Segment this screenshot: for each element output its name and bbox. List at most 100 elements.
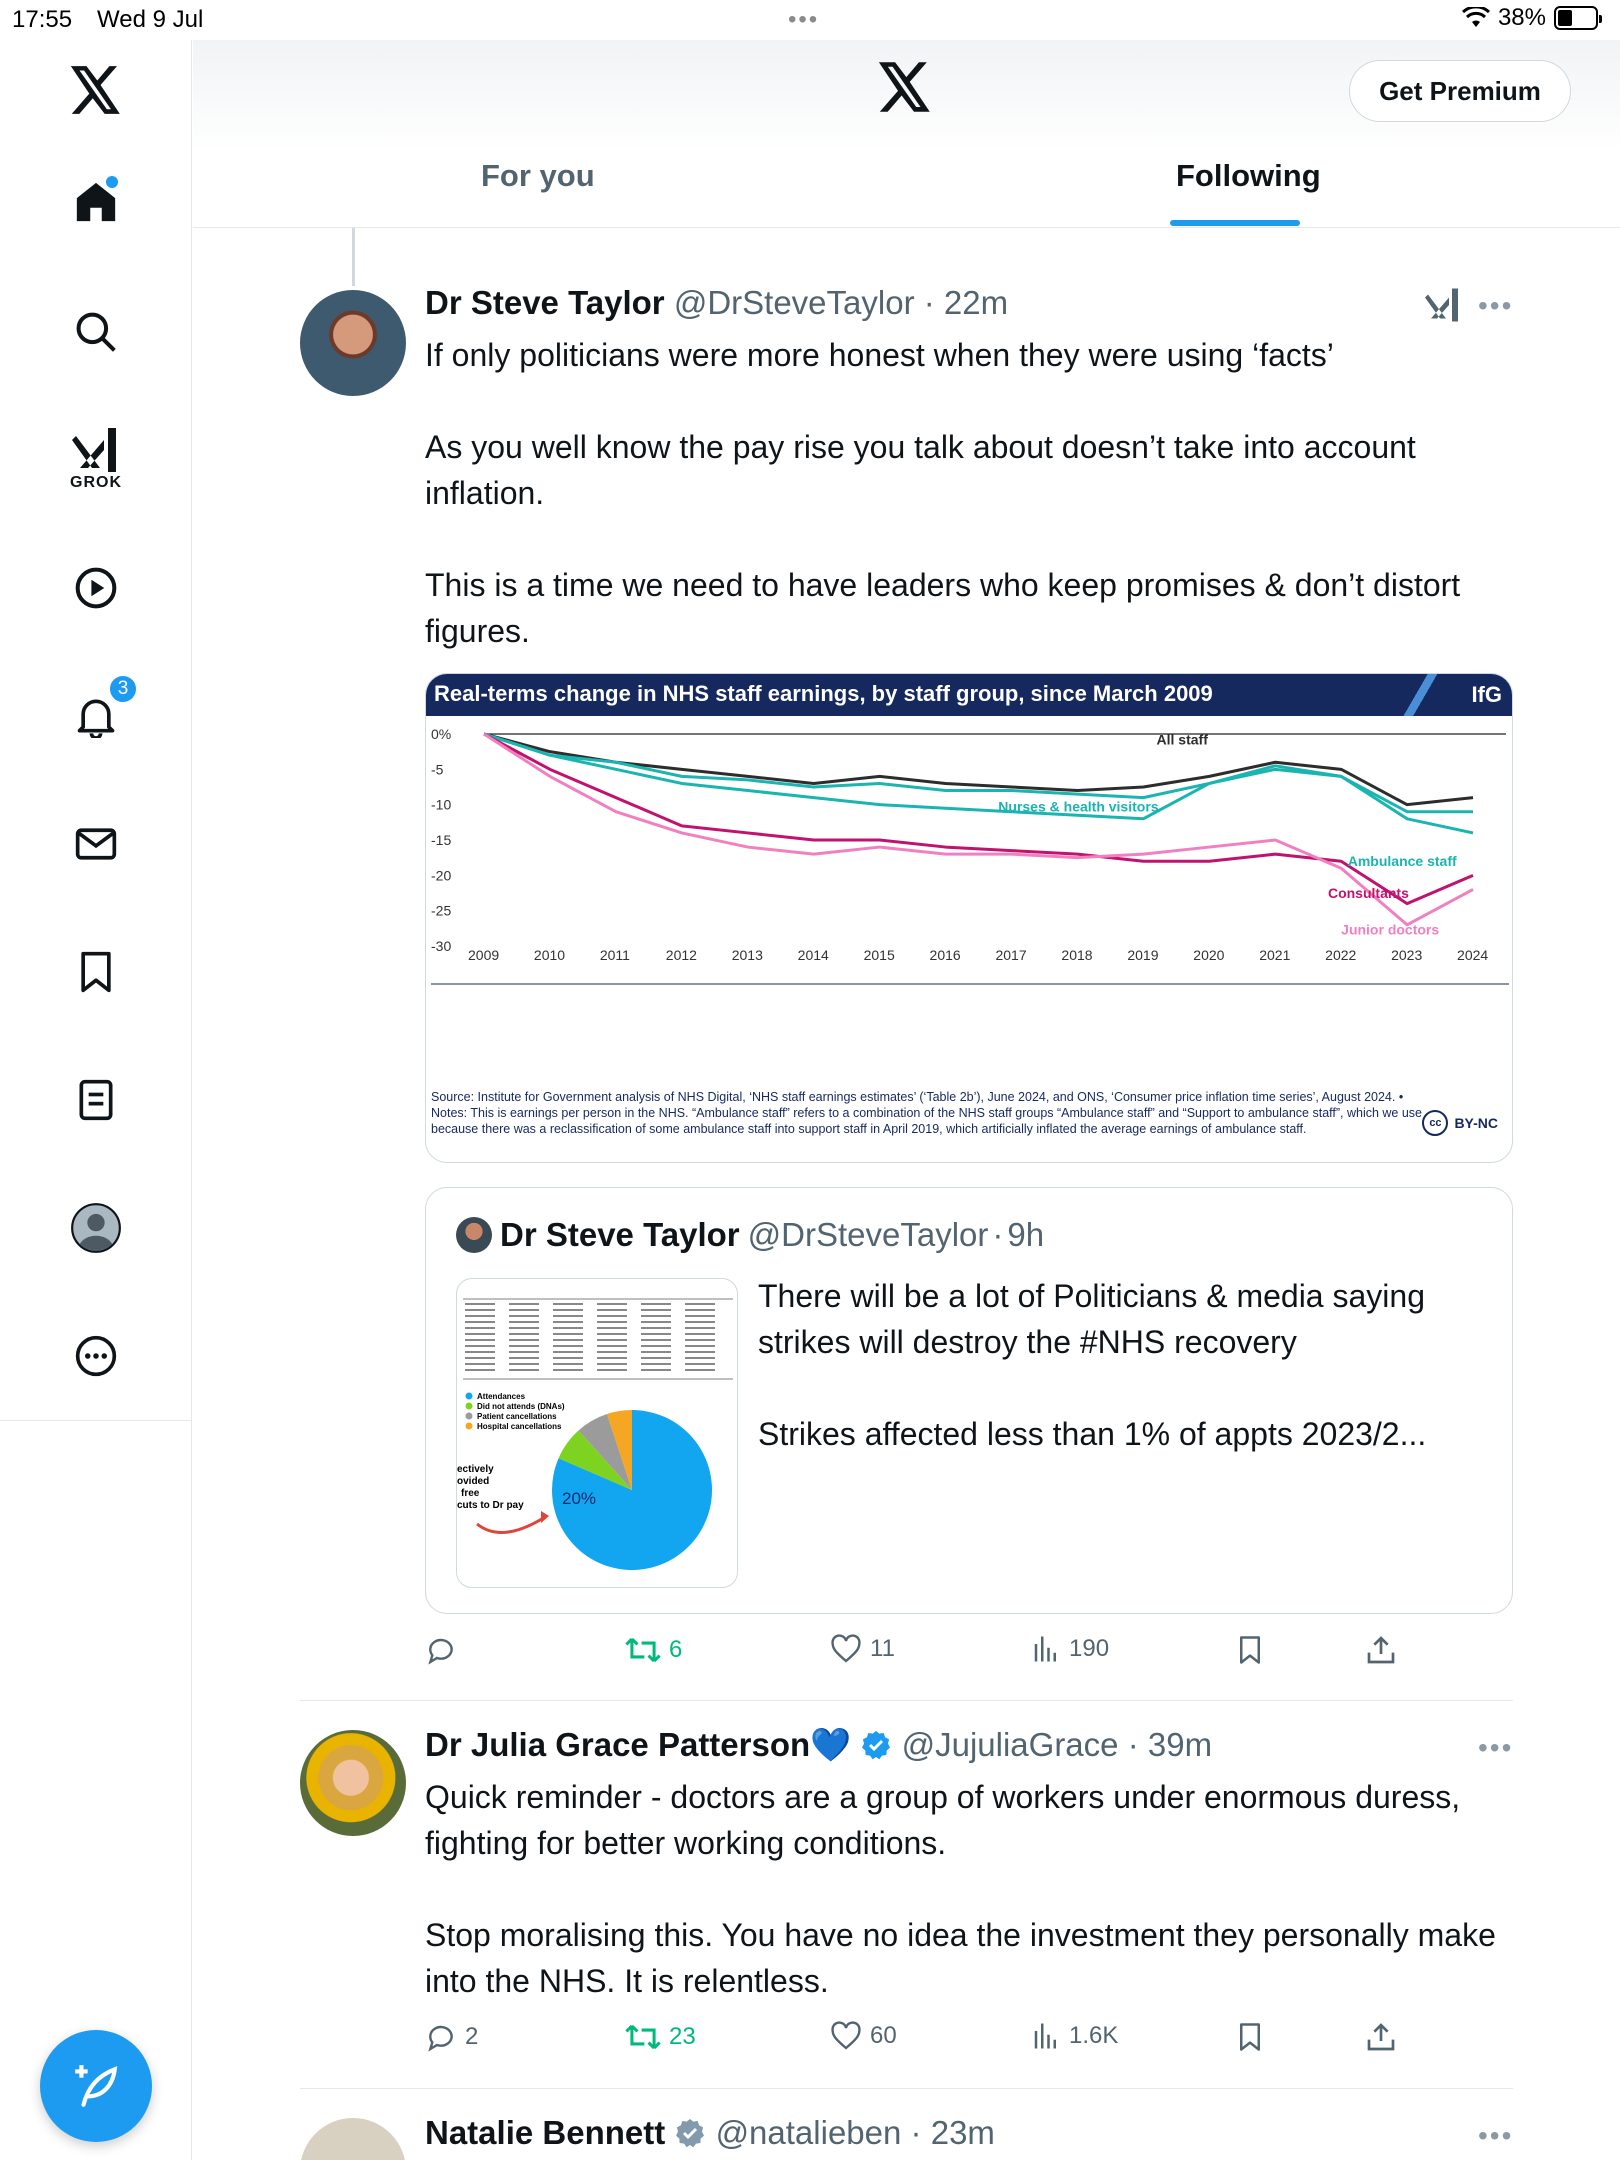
like-button[interactable]: 11 — [830, 1634, 895, 1664]
more-options-icon[interactable]: ••• — [1478, 290, 1513, 322]
get-premium-button[interactable]: Get Premium — [1349, 60, 1571, 122]
table-cell — [553, 1303, 583, 1305]
retweet-button[interactable]: 6 — [625, 1634, 682, 1666]
table-cell — [685, 1357, 715, 1359]
sidebar-item-notifications[interactable]: 3 — [56, 674, 138, 756]
views-chart-icon — [1034, 1636, 1056, 1662]
table-cell — [509, 1303, 539, 1305]
table-cell — [685, 1321, 715, 1323]
table-cell — [597, 1321, 627, 1323]
quoted-paragraph: Strikes affected less than 1% of appts 2… — [758, 1416, 1427, 1452]
retweet-icon — [625, 2024, 661, 2050]
table-cell — [597, 1339, 627, 1341]
grok-icon[interactable] — [1425, 288, 1461, 322]
table-cell — [553, 1339, 583, 1341]
share-button[interactable] — [1365, 2021, 1397, 2053]
compose-post-button[interactable] — [40, 2030, 152, 2142]
retweet-button[interactable]: 23 — [625, 2021, 696, 2053]
grok-icon — [72, 428, 116, 472]
tab-for-you[interactable]: For you — [481, 158, 595, 194]
table-cell — [641, 1327, 671, 1329]
pie-label: 20% — [562, 1489, 596, 1508]
bookmark-button[interactable] — [1235, 2021, 1265, 2053]
reply-icon — [428, 2025, 453, 2052]
avatar[interactable] — [300, 290, 406, 396]
y-tick-label: -25 — [431, 903, 451, 919]
tab-following[interactable]: Following — [1176, 158, 1321, 194]
sidebar-item-grok[interactable]: GROK — [56, 420, 136, 500]
profile-avatar-icon — [71, 1203, 121, 1253]
table-cell — [597, 1351, 627, 1353]
table-cell — [641, 1315, 671, 1317]
reply-button[interactable] — [425, 1634, 465, 1666]
table-cell — [641, 1369, 671, 1371]
tweet-time[interactable]: 23m — [931, 2114, 995, 2151]
quoted-tweet-card[interactable]: Dr Steve Taylor @DrSteveTaylor · 9h Atte… — [425, 1187, 1513, 1614]
more-options-icon[interactable]: ••• — [1478, 2120, 1513, 2152]
share-icon — [1367, 1636, 1395, 1664]
license-label: BY-NC — [1454, 1115, 1498, 1131]
sidebar-item-profile[interactable] — [56, 1188, 136, 1268]
table-cell — [465, 1351, 495, 1353]
y-tick-label: 0% — [431, 726, 451, 742]
table-cell — [553, 1315, 583, 1317]
multitasking-dots-icon[interactable]: ••• — [788, 6, 819, 34]
tweet-header: Dr Steve Taylor @DrSteveTaylor · 22m — [425, 284, 1009, 321]
like-count: 60 — [870, 2022, 897, 2049]
reply-button[interactable]: 2 — [425, 2021, 478, 2053]
sidebar-item-search[interactable] — [56, 292, 136, 372]
author-handle[interactable]: @natalieben — [716, 2114, 902, 2151]
search-icon — [76, 312, 116, 352]
author-name[interactable]: Natalie Bennett — [425, 2114, 665, 2151]
table-cell — [509, 1351, 539, 1353]
views-button[interactable]: 1.6K — [1031, 2021, 1118, 2051]
avatar[interactable] — [300, 2118, 406, 2160]
avatar[interactable] — [300, 1730, 406, 1836]
table-cell — [509, 1357, 539, 1359]
sidebar-item-bookmarks[interactable] — [56, 932, 136, 1012]
quoted-tweet-image[interactable]: Attendances Did not attends (DNAs) Patie… — [456, 1278, 738, 1588]
status-time: 17:55 — [12, 6, 73, 33]
x-logo-icon[interactable] — [878, 62, 932, 117]
sidebar-item-messages[interactable] — [56, 804, 136, 884]
bookmark-button[interactable] — [1235, 1634, 1265, 1666]
x-logo-icon[interactable] — [56, 50, 136, 130]
sidebar-item-video[interactable] — [56, 548, 136, 628]
author-name[interactable]: Dr Julia Grace Patterson — [425, 1726, 810, 1763]
tweet-image-chart[interactable]: Real-terms change in NHS staff earnings,… — [425, 673, 1513, 1163]
table-cell — [597, 1345, 627, 1347]
share-button[interactable] — [1365, 1634, 1397, 1666]
quoted-image-table-pie: Attendances Did not attends (DNAs) Patie… — [457, 1298, 733, 1570]
more-circle-icon — [75, 1335, 117, 1377]
tweet-time[interactable]: 22m — [944, 284, 1008, 321]
side-text: ovided — [457, 1476, 489, 1487]
author-name[interactable]: Dr Steve Taylor — [425, 284, 665, 321]
reply-icon — [428, 1638, 453, 1665]
sidebar-item-more[interactable] — [56, 1316, 136, 1396]
play-icon — [75, 567, 117, 609]
author-handle[interactable]: @JujuliaGrace — [902, 1726, 1119, 1763]
chart-source-note: Source: Institute for Government analysi… — [431, 1090, 1423, 1136]
x-tick-label: 2017 — [995, 947, 1026, 963]
list-icon — [79, 1079, 113, 1121]
x-tick-label: 2024 — [1457, 947, 1488, 963]
like-button[interactable]: 60 — [830, 2021, 897, 2051]
sidebar-item-lists[interactable] — [56, 1060, 136, 1140]
table-cell — [509, 1363, 539, 1365]
tweet-time[interactable]: 39m — [1148, 1726, 1212, 1763]
views-button[interactable]: 190 — [1031, 1634, 1109, 1664]
legend-patient-cancellations: Patient cancellations — [477, 1412, 557, 1421]
table-cell — [465, 1333, 495, 1335]
more-options-icon[interactable]: ••• — [1478, 1732, 1513, 1764]
sidebar-item-home[interactable] — [56, 162, 136, 242]
table-cell — [509, 1333, 539, 1335]
author-handle[interactable]: @DrSteveTaylor — [674, 284, 915, 321]
pie-chart: 20% — [552, 1410, 713, 1570]
notification-count-badge: 3 — [108, 674, 138, 704]
tweet-paragraph: Stop moralising this. You have no idea t… — [425, 1917, 1496, 1999]
table-cell — [641, 1339, 671, 1341]
y-tick-label: -10 — [431, 797, 451, 813]
bookmark-icon — [1240, 1636, 1260, 1664]
x-tick-label: 2013 — [732, 947, 763, 963]
table-cell — [641, 1357, 671, 1359]
